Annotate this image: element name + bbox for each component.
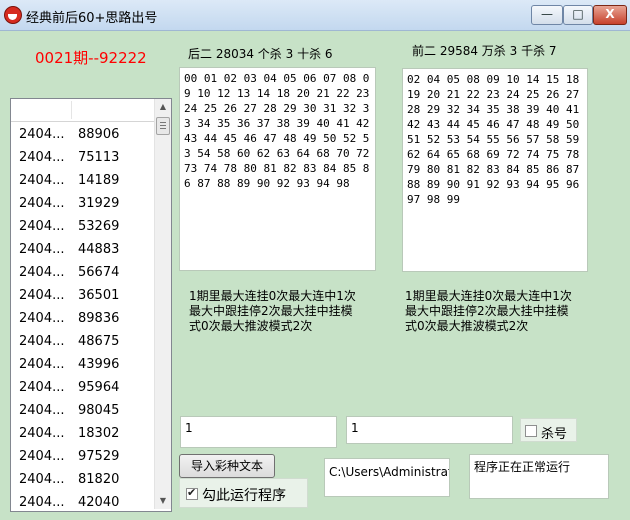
scroll-thumb[interactable] <box>156 117 170 135</box>
row-date: 2404... <box>19 173 65 188</box>
row-number: 44883 <box>78 242 120 257</box>
row-number: 48675 <box>78 334 120 349</box>
kill-checkbox[interactable] <box>525 425 537 437</box>
row-date: 2404... <box>19 357 65 372</box>
row-date: 2404... <box>19 311 65 326</box>
row-number: 75113 <box>78 150 120 165</box>
row-date: 2404... <box>19 449 65 464</box>
row-date: 2404... <box>19 426 65 441</box>
table-row[interactable]: 2404... 43996 <box>11 354 154 377</box>
path-field[interactable]: C:\Users\Administrator <box>324 458 450 497</box>
table-row[interactable]: 2404... 48675 <box>11 331 154 354</box>
front-summary-line: 式0次最大推波模式2次 <box>405 319 529 333</box>
table-row[interactable]: 2404... 53269 <box>11 216 154 239</box>
title-bar: 经典前后60+思路出号 — □ X <box>0 0 630 31</box>
kill-option[interactable]: 杀号 <box>520 418 577 442</box>
history-list[interactable]: 2404... 88906 2404... 75113 2404... 14189 2404… <box>10 98 172 512</box>
value-input-2[interactable]: 1 <box>346 416 513 444</box>
list-rows: 2404... 88906 2404... 75113 2404... 14189 2404… <box>11 124 154 511</box>
kill-label[interactable]: 杀号 <box>541 423 567 442</box>
row-date: 2404... <box>19 242 65 257</box>
window-title: 经典前后60+思路出号 <box>26 11 158 26</box>
table-row[interactable]: 2404... 31929 <box>11 193 154 216</box>
back-stats-label: 后二 28034 个杀 3 十杀 6 <box>188 47 333 61</box>
row-number: 31929 <box>78 196 120 211</box>
row-number: 42040 <box>78 495 120 510</box>
front-numbers-box[interactable]: 02 04 05 08 09 10 14 15 18 19 20 21 22 2… <box>402 68 588 272</box>
back-summary-line: 1期里最大连挂0次最大连中1次 <box>189 289 356 303</box>
row-date: 2404... <box>19 265 65 280</box>
row-number: 53269 <box>78 219 120 234</box>
front-summary-line: 1期里最大连挂0次最大连中1次 <box>405 289 572 303</box>
row-number: 89836 <box>78 311 120 326</box>
front-summary: 1期里最大连挂0次最大连中1次 最大中跟挂停2次最大挂中挂模 式0次最大推波模式… <box>405 289 572 334</box>
row-number: 36501 <box>78 288 120 303</box>
row-number: 56674 <box>78 265 120 280</box>
row-date: 2404... <box>19 219 65 234</box>
run-option[interactable]: 勾此运行程序 <box>179 478 308 508</box>
table-row[interactable]: 2404... 88906 <box>11 124 154 147</box>
table-row[interactable]: 2404... 97529 <box>11 446 154 469</box>
run-checkbox[interactable] <box>186 486 198 500</box>
table-row[interactable]: 2404... 18302 <box>11 423 154 446</box>
back-summary-line: 最大中跟挂停2次最大挂中挂模 <box>189 304 353 318</box>
row-number: 43996 <box>78 357 120 372</box>
row-date: 2404... <box>19 472 65 487</box>
close-button[interactable]: X <box>593 5 627 25</box>
row-date: 2404... <box>19 380 65 395</box>
minimize-button[interactable]: — <box>531 5 563 25</box>
row-number: 18302 <box>78 426 120 441</box>
table-row[interactable]: 2404... 44883 <box>11 239 154 262</box>
table-row[interactable]: 2404... 81820 <box>11 469 154 492</box>
row-date: 2404... <box>19 288 65 303</box>
table-row[interactable]: 2404... 56674 <box>11 262 154 285</box>
table-row[interactable]: 2404... 75113 <box>11 147 154 170</box>
value-input-1[interactable]: 1 <box>180 416 337 448</box>
row-date: 2404... <box>19 196 65 211</box>
table-row[interactable]: 2404... 95964 <box>11 377 154 400</box>
back-summary-line: 式0次最大推波模式2次 <box>189 319 313 333</box>
row-date: 2404... <box>19 150 65 165</box>
front-summary-line: 最大中跟挂停2次最大挂中挂模 <box>405 304 569 318</box>
import-button[interactable]: 导入彩种文本 <box>179 454 275 478</box>
row-date: 2404... <box>19 495 65 510</box>
list-header[interactable] <box>11 99 154 122</box>
row-date: 2404... <box>19 334 65 349</box>
scroll-up-icon[interactable]: ▲ <box>155 99 171 115</box>
table-row[interactable]: 2404... 89836 <box>11 308 154 331</box>
row-number: 97529 <box>78 449 120 464</box>
row-date: 2404... <box>19 403 65 418</box>
row-number: 95964 <box>78 380 120 395</box>
app-icon <box>4 6 22 24</box>
row-number: 88906 <box>78 127 120 142</box>
row-number: 14189 <box>78 173 120 188</box>
row-number: 98045 <box>78 403 120 418</box>
issue-label: 0021期--92222 <box>35 49 147 67</box>
back-summary: 1期里最大连挂0次最大连中1次 最大中跟挂停2次最大挂中挂模 式0次最大推波模式… <box>189 289 356 334</box>
run-label[interactable]: 勾此运行程序 <box>202 485 286 505</box>
back-numbers-box[interactable]: 00 01 02 03 04 05 06 07 08 09 10 12 13 1… <box>179 67 376 271</box>
list-scrollbar[interactable]: ▲ ▼ <box>154 99 171 509</box>
front-stats-label: 前二 29584 万杀 3 千杀 7 <box>412 44 557 58</box>
table-row[interactable]: 2404... 98045 <box>11 400 154 423</box>
maximize-button[interactable]: □ <box>563 5 593 25</box>
row-number: 81820 <box>78 472 120 487</box>
column-divider[interactable] <box>71 101 72 119</box>
scroll-down-icon[interactable]: ▼ <box>155 493 171 509</box>
row-date: 2404... <box>19 127 65 142</box>
table-row[interactable]: 2404... 14189 <box>11 170 154 193</box>
status-box[interactable]: 程序正在正常运行 <box>469 454 609 499</box>
table-row[interactable]: 2404... 36501 <box>11 285 154 308</box>
table-row[interactable]: 2404... 42040 <box>11 492 154 511</box>
